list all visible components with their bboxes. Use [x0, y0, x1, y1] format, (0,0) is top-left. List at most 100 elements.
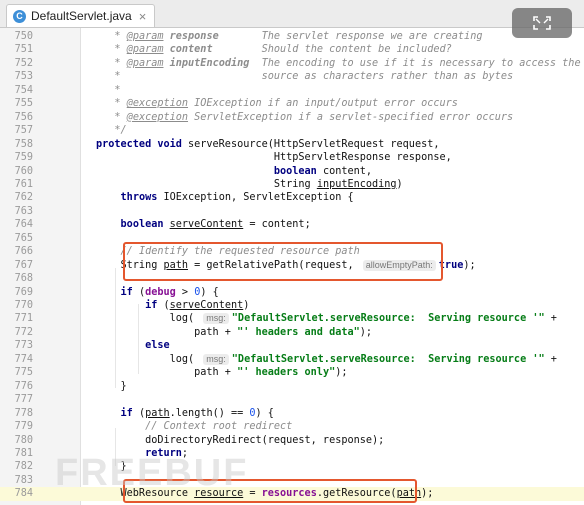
code-line[interactable]: 754 * [0, 84, 584, 97]
line-number: 756 [14, 111, 33, 123]
line-number: 780 [14, 434, 33, 446]
line-number: 753 [14, 71, 33, 83]
code-line[interactable]: 750 * @param response The servlet respon… [0, 30, 584, 43]
code-line[interactable]: 759 HttpServletResponse response, [0, 151, 584, 164]
code-line[interactable]: 757 */ [0, 124, 584, 137]
expand-fullscreen-button[interactable] [512, 8, 572, 38]
line-number: 769 [14, 286, 33, 298]
code-text: * @exception IOException if an input/out… [108, 98, 458, 110]
code-line[interactable]: 775 path + "' headers only"); [0, 366, 584, 379]
code-text: HttpServletResponse response, [96, 152, 452, 164]
line-number: 784 [14, 488, 33, 500]
code-line[interactable]: 770 if (serveContent) [0, 299, 584, 312]
code-text: else [145, 340, 170, 352]
line-number: 765 [14, 232, 33, 244]
line-number: 773 [14, 340, 33, 352]
code-text: * @param response The servlet response w… [108, 31, 483, 42]
code-text: protected void serveResource(HttpServlet… [96, 138, 440, 150]
code-line[interactable]: 771 log( msg: "DefaultServlet.serveResour… [0, 312, 584, 325]
code-text: boolean content, [273, 165, 373, 177]
code-text: * source as characters rather than as by… [108, 71, 514, 83]
code-line[interactable]: 772 path + "' headers and data"); [0, 326, 584, 339]
code-text: if (debug > 0) { [120, 286, 219, 298]
line-number: 772 [14, 326, 33, 338]
line-number: 782 [14, 461, 33, 473]
code-text: boolean serveContent = content; [120, 219, 311, 231]
code-line[interactable]: 765 [0, 232, 584, 245]
code-line[interactable]: 751 * @param content Should the content … [0, 43, 584, 56]
code-text: // Context root redirect [145, 421, 293, 433]
line-number: 758 [14, 138, 33, 150]
line-number: 776 [14, 380, 33, 392]
code-text: * @exception ServletException if a servl… [108, 111, 514, 123]
line-number: 768 [14, 273, 33, 285]
code-line[interactable]: 766 // Identify the requested resource p… [0, 245, 584, 258]
code-text: String inputEncoding) [96, 178, 403, 190]
code-text: throws IOException, ServletException { [120, 192, 354, 204]
code-line[interactable]: 764 boolean serveContent = content; [0, 218, 584, 231]
code-text: * [108, 84, 121, 96]
code-line[interactable]: 752 * @param inputEncoding The encoding … [0, 57, 584, 70]
line-number: 750 [14, 31, 33, 42]
java-class-icon: C [13, 9, 26, 23]
code-line[interactable]: 773 else [0, 339, 584, 352]
code-line[interactable]: 767 String path = getRelativePath(reques… [0, 259, 584, 272]
code-line[interactable]: 760 boolean content, [0, 165, 584, 178]
code-text: } [96, 380, 127, 392]
expand-icon [533, 16, 551, 30]
code-line[interactable]: 769 if (debug > 0) { [0, 286, 584, 299]
code-text: if (path.length() == 0) { [120, 407, 274, 419]
line-number: 774 [14, 353, 33, 365]
code-line[interactable]: 780 doDirectoryRedirect(request, respons… [0, 434, 584, 447]
line-number: 777 [14, 394, 33, 406]
code-text: path + "' headers and data"); [96, 326, 373, 338]
code-line[interactable]: 761 String inputEncoding) [0, 178, 584, 191]
line-number: 759 [14, 152, 33, 164]
line-number: 766 [14, 246, 33, 258]
code-line[interactable]: 755 * @exception IOException if an input… [0, 97, 584, 110]
code-line[interactable]: 777 [0, 393, 584, 406]
line-number: 752 [14, 57, 33, 69]
code-text: // Identify the requested resource path [120, 246, 360, 258]
code-line[interactable]: 779 // Context root redirect [0, 420, 584, 433]
line-number: 775 [14, 367, 33, 379]
tab-defaultservlet-java[interactable]: C DefaultServlet.java × [6, 4, 156, 27]
code-line[interactable]: 768 [0, 272, 584, 285]
code-text: String path = getRelativePath(request, a… [96, 259, 476, 271]
line-number: 763 [14, 205, 33, 217]
code-line[interactable]: 762 throws IOException, ServletException… [0, 191, 584, 204]
code-line[interactable]: 774 log( msg: "DefaultServlet.serveResour… [0, 353, 584, 366]
line-number: 751 [14, 44, 33, 56]
code-text: */ [108, 125, 127, 137]
watermark: FREEBUF [55, 452, 249, 494]
code-line[interactable]: 778 if (path.length() == 0) { [0, 407, 584, 420]
line-number: 757 [14, 125, 33, 137]
line-number: 771 [14, 313, 33, 325]
line-number: 754 [14, 84, 33, 96]
code-text: doDirectoryRedirect(request, response); [96, 434, 385, 446]
code-text: log( msg: "DefaultServlet.serveResource: … [96, 353, 557, 365]
tab-filename: DefaultServlet.java [31, 9, 132, 23]
line-number: 767 [14, 259, 33, 271]
line-number: 755 [14, 98, 33, 110]
close-tab-icon[interactable]: × [139, 9, 147, 24]
code-text: * @param inputEncoding The encoding to u… [108, 57, 581, 69]
line-number: 770 [14, 300, 33, 311]
line-number: 779 [14, 421, 33, 433]
line-number: 778 [14, 407, 33, 419]
code-text: if (serveContent) [145, 300, 250, 311]
code-text: log( msg: "DefaultServlet.serveResource: … [96, 313, 557, 325]
line-number: 764 [14, 219, 33, 231]
line-number: 762 [14, 192, 33, 204]
code-text: * @param content Should the content be i… [108, 44, 452, 56]
code-line[interactable]: 753 * source as characters rather than a… [0, 70, 584, 83]
line-number: 760 [14, 165, 33, 177]
code-line[interactable]: 763 [0, 205, 584, 218]
code-line[interactable]: 756 * @exception ServletException if a s… [0, 111, 584, 124]
code-editor[interactable]: 750 * @param response The servlet respon… [0, 28, 584, 505]
line-number: 761 [14, 178, 33, 190]
code-text: path + "' headers only"); [96, 367, 348, 379]
line-number: 783 [14, 474, 33, 486]
code-line[interactable]: 776 } [0, 380, 584, 393]
code-line[interactable]: 758 protected void serveResource(HttpServ… [0, 138, 584, 151]
